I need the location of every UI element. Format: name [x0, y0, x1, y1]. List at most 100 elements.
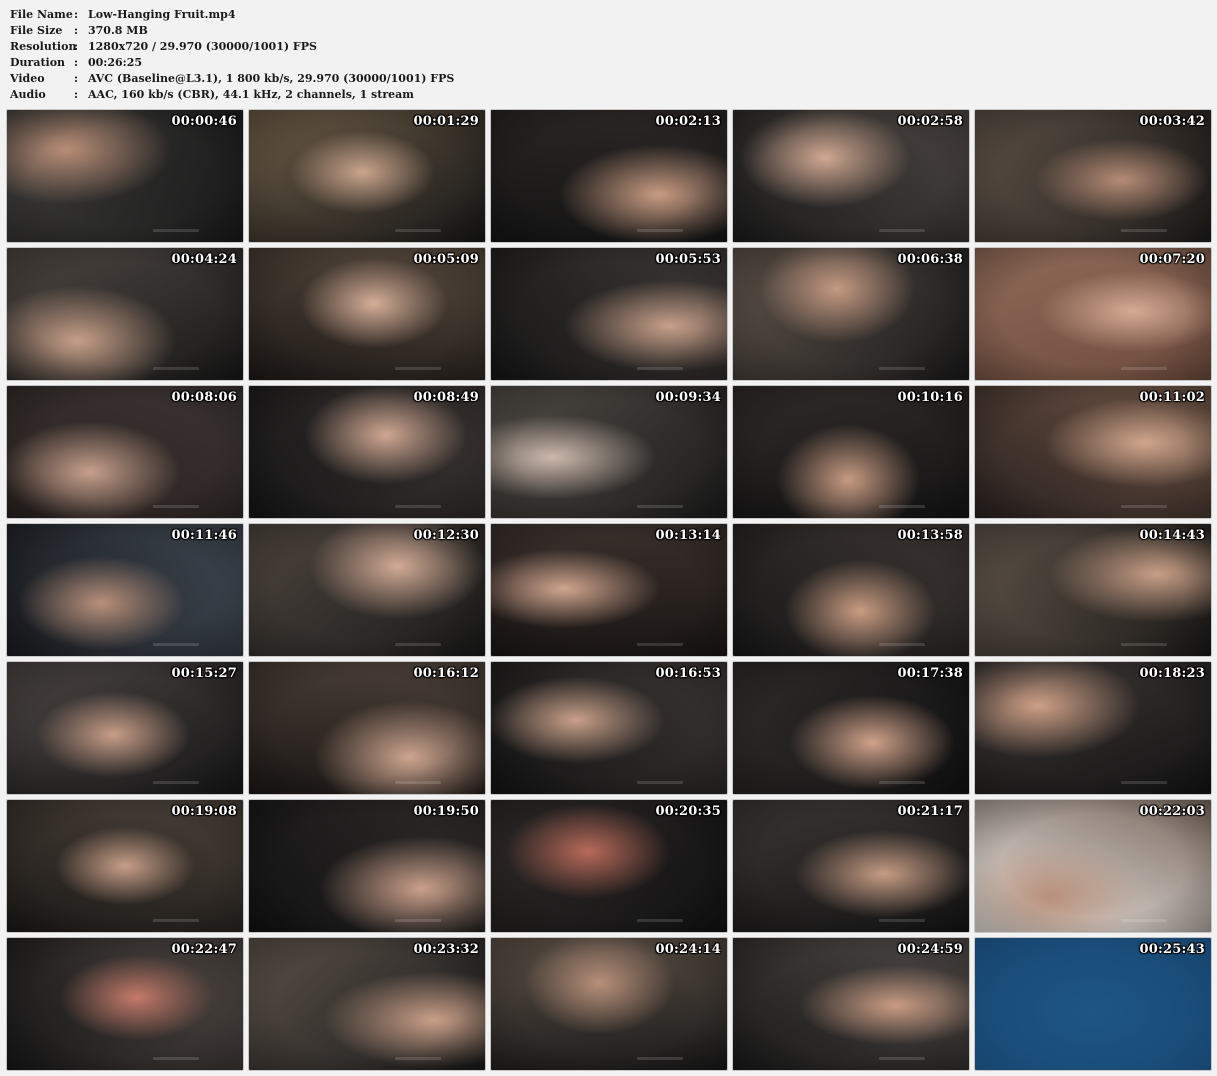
- watermark: [395, 229, 441, 232]
- thumbnail-timestamp: 00:08:06: [171, 390, 237, 405]
- thumbnail-timestamp: 00:13:58: [897, 528, 963, 543]
- thumbnail-timestamp: 00:17:38: [897, 666, 963, 681]
- watermark: [637, 505, 683, 508]
- video-thumbnail[interactable]: 00:19:50: [249, 800, 485, 932]
- video-thumbnail[interactable]: 00:01:29: [249, 110, 485, 242]
- watermark: [153, 781, 199, 784]
- video-thumbnail[interactable]: 00:17:38: [733, 662, 969, 794]
- watermark: [395, 367, 441, 370]
- watermark: [1121, 229, 1167, 232]
- thumbnail-timestamp: 00:01:29: [413, 114, 479, 129]
- watermark: [879, 643, 925, 646]
- video-thumbnail[interactable]: 00:21:17: [733, 800, 969, 932]
- thumbnail-vignette: [975, 386, 1211, 518]
- video-thumbnail[interactable]: 00:04:24: [7, 248, 243, 380]
- video-thumbnail[interactable]: 00:05:09: [249, 248, 485, 380]
- watermark: [1121, 643, 1167, 646]
- thumbnail-timestamp: 00:11:02: [1139, 390, 1205, 405]
- thumbnail-vignette: [7, 662, 243, 794]
- thumbnail-timestamp: 00:09:34: [655, 390, 721, 405]
- thumbnail-vignette: [733, 662, 969, 794]
- thumbnail-vignette: [491, 248, 727, 380]
- watermark: [637, 367, 683, 370]
- video-thumbnail[interactable]: 00:02:13: [491, 110, 727, 242]
- thumbnail-vignette: [249, 800, 485, 932]
- video-thumbnail[interactable]: 00:19:08: [7, 800, 243, 932]
- video-thumbnail[interactable]: 00:25:43: [975, 938, 1211, 1070]
- video-thumbnail[interactable]: 00:08:49: [249, 386, 485, 518]
- video-thumbnail[interactable]: 00:08:06: [7, 386, 243, 518]
- thumbnail-timestamp: 00:25:43: [1139, 942, 1205, 957]
- video-thumbnail[interactable]: 00:23:32: [249, 938, 485, 1070]
- thumbnail-timestamp: 00:10:16: [897, 390, 963, 405]
- thumbnail-timestamp: 00:12:30: [413, 528, 479, 543]
- watermark: [879, 229, 925, 232]
- video-thumbnail[interactable]: 00:06:38: [733, 248, 969, 380]
- thumbnail-vignette: [733, 248, 969, 380]
- thumbnail-timestamp: 00:14:43: [1139, 528, 1205, 543]
- thumbnail-timestamp: 00:05:09: [413, 252, 479, 267]
- watermark: [1121, 919, 1167, 922]
- video-thumbnail[interactable]: 00:13:58: [733, 524, 969, 656]
- thumbnail-timestamp: 00:06:38: [897, 252, 963, 267]
- video-thumbnail[interactable]: 00:18:23: [975, 662, 1211, 794]
- video-thumbnail[interactable]: 00:24:14: [491, 938, 727, 1070]
- watermark: [879, 919, 925, 922]
- video-thumbnail[interactable]: 00:12:30: [249, 524, 485, 656]
- thumbnail-timestamp: 00:02:58: [897, 114, 963, 129]
- thumbnail-vignette: [733, 110, 969, 242]
- video-thumbnail[interactable]: 00:11:02: [975, 386, 1211, 518]
- thumbnail-vignette: [491, 800, 727, 932]
- thumbnail-vignette: [733, 386, 969, 518]
- video-thumbnail[interactable]: 00:16:12: [249, 662, 485, 794]
- thumbnail-timestamp: 00:11:46: [171, 528, 237, 543]
- watermark: [879, 367, 925, 370]
- thumbnail-vignette: [491, 938, 727, 1070]
- watermark: [395, 781, 441, 784]
- video-thumbnail[interactable]: 00:24:59: [733, 938, 969, 1070]
- thumbnail-timestamp: 00:05:53: [655, 252, 721, 267]
- thumbnail-timestamp: 00:23:32: [413, 942, 479, 957]
- video-thumbnail[interactable]: 00:22:03: [975, 800, 1211, 932]
- thumbnail-timestamp: 00:22:03: [1139, 804, 1205, 819]
- thumbnail-vignette: [7, 800, 243, 932]
- thumbnail-vignette: [975, 662, 1211, 794]
- video-thumbnail[interactable]: 00:13:14: [491, 524, 727, 656]
- thumbnail-timestamp: 00:15:27: [171, 666, 237, 681]
- thumbnail-timestamp: 00:03:42: [1139, 114, 1205, 129]
- video-thumbnail[interactable]: 00:07:20: [975, 248, 1211, 380]
- thumbnail-vignette: [733, 938, 969, 1070]
- thumbnail-timestamp: 00:00:46: [171, 114, 237, 129]
- video-thumbnail[interactable]: 00:09:34: [491, 386, 727, 518]
- video-thumbnail[interactable]: 00:03:42: [975, 110, 1211, 242]
- video-thumbnail[interactable]: 00:00:46: [7, 110, 243, 242]
- watermark: [879, 505, 925, 508]
- watermark: [153, 643, 199, 646]
- video-thumbnail[interactable]: 00:11:46: [7, 524, 243, 656]
- thumbnail-timestamp: 00:24:14: [655, 942, 721, 957]
- thumbnail-timestamp: 00:02:13: [655, 114, 721, 129]
- thumbnail-vignette: [7, 386, 243, 518]
- thumbnail-vignette: [7, 524, 243, 656]
- thumbnail-vignette: [7, 110, 243, 242]
- thumbnail-timestamp: 00:13:14: [655, 528, 721, 543]
- watermark: [153, 367, 199, 370]
- thumbnail-vignette: [975, 800, 1211, 932]
- thumbnail-vignette: [249, 386, 485, 518]
- thumbnail-vignette: [975, 248, 1211, 380]
- video-thumbnail[interactable]: 00:22:47: [7, 938, 243, 1070]
- watermark: [153, 505, 199, 508]
- thumbnail-vignette: [249, 110, 485, 242]
- video-thumbnail[interactable]: 00:02:58: [733, 110, 969, 242]
- video-thumbnail[interactable]: 00:10:16: [733, 386, 969, 518]
- video-thumbnail[interactable]: 00:05:53: [491, 248, 727, 380]
- thumbnail-timestamp: 00:22:47: [171, 942, 237, 957]
- watermark: [1121, 367, 1167, 370]
- video-thumbnail[interactable]: 00:16:53: [491, 662, 727, 794]
- watermark: [637, 1057, 683, 1060]
- video-thumbnail[interactable]: 00:15:27: [7, 662, 243, 794]
- video-thumbnail[interactable]: 00:20:35: [491, 800, 727, 932]
- watermark: [153, 1057, 199, 1060]
- thumbnail-vignette: [491, 662, 727, 794]
- video-thumbnail[interactable]: 00:14:43: [975, 524, 1211, 656]
